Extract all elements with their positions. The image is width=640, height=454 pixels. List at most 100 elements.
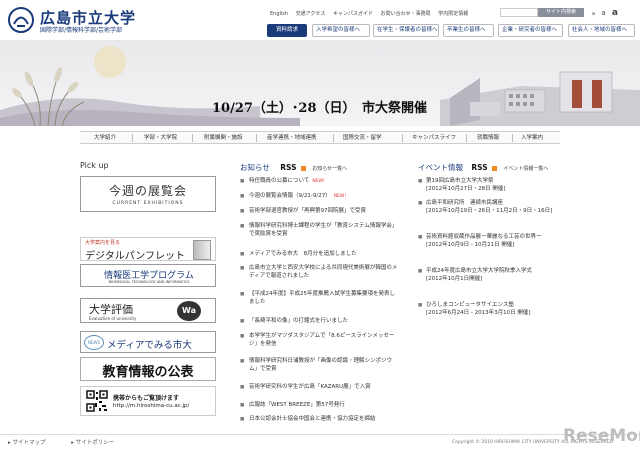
event-date: [2012年10月1日開催]	[426, 275, 483, 282]
news-item-text[interactable]: 【平成24年度】平成25年度推薦入試学生募集要項を発表しました	[249, 291, 395, 305]
event-item[interactable]: ひろしまコンピュータサイエンス塾 [2012年6月24日 - 2013年3月10…	[418, 302, 553, 317]
mainnav-about[interactable]: 大学紹介	[94, 133, 116, 143]
news-item-text[interactable]: 特任職員の公募について	[249, 178, 309, 184]
footer-link-sitemap[interactable]: ▸ サイトマップ	[8, 440, 58, 446]
news-item[interactable]: 今週の展覧会情報（9/21-9/27）NEW!	[240, 193, 400, 201]
search-input[interactable]	[500, 8, 538, 17]
mainnav-admissions[interactable]: 入学案内	[521, 133, 543, 143]
main-nav: 大学紹介 学部・大学院 附属機関・施設 産学連携・地域連携 国際交流・留学 キャ…	[80, 131, 560, 144]
mainnav-facilities[interactable]: 附属機関・施設	[204, 133, 243, 143]
util-link-campus-guide[interactable]: キャンパスガイド	[333, 11, 373, 17]
news-item[interactable]: メディアでみる市大 8月分を追加しました	[240, 251, 400, 259]
mainnav-industry[interactable]: 産学連携・地域連携	[267, 133, 317, 143]
event-date: [2012年10月9日 - 10月21日 開催]	[426, 241, 515, 248]
university-logo-icon[interactable]	[8, 7, 34, 33]
pickup-media[interactable]: NEWS メディアでみる市大	[80, 331, 216, 353]
event-item[interactable]: 平成24年度広島市立大学大学院秋季入学式 [2012年10月1日開催]	[418, 268, 556, 283]
news-item[interactable]: 広島市立大学と西安大学校による共同現代美術展が韓国のメディアで報道されました	[240, 265, 400, 280]
footer-links: ▸ サイトマップ ▸ サイトポリシー	[8, 438, 138, 446]
tab-community[interactable]: 社会人・地域の皆様へ	[568, 24, 635, 37]
pickup-heading: Pick up	[80, 161, 109, 170]
news-item-text[interactable]: 広報誌「WEST BREEZE」第57号発行	[249, 402, 345, 408]
event-item[interactable]: 第19回広島市立大学大学祭 [2012年10月27日・28日 開催]	[418, 178, 553, 193]
pickup-biomedical-program[interactable]: 情報医工学プログラム BIOMEDICAL TECHNOLOGY AND INF…	[80, 264, 216, 287]
tab-alumni[interactable]: 卒業生の皆様へ	[443, 24, 494, 37]
news-item[interactable]: 本学学生がマツダスタジアムで「8.6ピースラインメッセージ」を発信	[240, 333, 400, 348]
mainnav-careers[interactable]: 就職情報	[477, 133, 499, 143]
pickup-mobile-title: 携帯からもご覧頂けます	[113, 395, 180, 402]
event-title[interactable]: 平成24年度広島市立大学大学院秋季入学式	[426, 268, 556, 276]
events-rss-link[interactable]: RSS	[471, 163, 487, 172]
nav-divider	[132, 134, 133, 142]
font-size-medium[interactable]: a	[601, 9, 605, 17]
news-item-text[interactable]: メディアでみる市大 8月分を追加しました	[249, 251, 357, 257]
pickup-digital-pamphlet[interactable]: 大学案内を見る デジタルパンフレット	[80, 237, 216, 262]
font-size-switcher: a a a	[592, 8, 622, 18]
font-size-small[interactable]: a	[592, 11, 595, 17]
util-link-contact[interactable]: お問い合わせ・事務局	[381, 11, 431, 17]
event-item[interactable]: 芸術資料館収蔵作品展ー華麗なる工芸の世界ー [2012年10月9日 - 10月2…	[418, 234, 548, 249]
events-archive-link[interactable]: イベント情報一覧へ	[503, 166, 548, 172]
news-item[interactable]: 特任職員の公募についてNEW!	[240, 178, 400, 186]
event-date: [2012年6月24日 - 2013年3月10日 開催]	[426, 309, 531, 316]
news-item[interactable]: 情報科学研究科日浦教授が「画像の認識・理解シンポジウム」で受賞	[240, 358, 400, 373]
tab-companies[interactable]: 企業・研究者の皆様へ	[498, 24, 563, 37]
news-item[interactable]: 【平成24年度】平成25年度推薦入試学生募集要項を発表しました	[240, 291, 400, 306]
util-link-access[interactable]: 交通アクセス	[296, 11, 326, 17]
pickup-biomedical-sub: BIOMEDICAL TECHNOLOGY AND INFORMATICS	[108, 280, 190, 284]
pickup-education-info[interactable]: 教育情報の公表	[80, 357, 216, 381]
news-badge-icon: NEWS	[84, 335, 104, 350]
footer-sitemap-label[interactable]: サイトマップ	[13, 440, 46, 446]
event-title[interactable]: 芸術資料館収蔵作品展ー華麗なる工芸の世界ー	[426, 234, 548, 242]
pickup-evaluation-title: 大学評価	[89, 303, 133, 316]
event-title[interactable]: ひろしまコンピュータサイエンス塾	[426, 302, 553, 310]
rss-icon[interactable]	[492, 165, 498, 171]
news-rss-link[interactable]: RSS	[280, 163, 296, 172]
news-item-text[interactable]: 情報科学研究科博士課程の学生が「教育システム情報学会」で奨励賞を受賞	[249, 223, 397, 237]
event-date: [2012年10月27日・28日 開催]	[426, 185, 506, 192]
tab-request-materials[interactable]: 資料請求	[267, 24, 307, 37]
news-item[interactable]: 芸術学部退官教授が「再興第97回院展」で受賞	[240, 208, 400, 216]
pickup-exhibitions[interactable]: 今週の展覧会 CURRENT EXHIBITIONS	[80, 176, 216, 212]
util-link-english[interactable]: English	[270, 11, 288, 17]
pickup-evaluation[interactable]: 大学評価 Evaluation of university Wa	[80, 298, 216, 323]
news-item-text[interactable]: 広島市立大学と西安大学校による共同現代美術展が韓国のメディアで報道されました	[249, 265, 397, 279]
news-item[interactable]: 日本公認会計士協会中国会と連携・協力協定を締結	[240, 416, 410, 424]
news-heading: お知らせ	[240, 163, 270, 172]
mainnav-campus-life[interactable]: キャンパスライフ	[412, 133, 456, 143]
pickup-mobile[interactable]: 携帯からもご覧頂けます http://m.hiroshima-cu.ac.jp/	[80, 386, 216, 416]
tab-prospective[interactable]: 入学希望の皆様へ	[312, 24, 370, 37]
footer-divider	[0, 434, 640, 435]
news-item-text[interactable]: 芸術学研究科の学生が広島「KAZARU展」で入賞	[249, 384, 371, 390]
pickup-pamphlet-sub: 大学案内を見る	[85, 240, 121, 246]
pickup-mobile-url[interactable]: http://m.hiroshima-cu.ac.jp/	[113, 403, 189, 409]
news-item-text[interactable]: 今週の展覧会情報（9/21-9/27）	[249, 193, 331, 199]
news-item[interactable]: 芸術学研究科の学生が広島「KAZARU展」で入賞	[240, 384, 400, 392]
news-item-text[interactable]: 芸術学部退官教授が「再興第97回院展」で受賞	[249, 208, 366, 214]
mainnav-international[interactable]: 国際交流・留学	[343, 133, 382, 143]
rss-icon[interactable]	[300, 165, 306, 171]
hero-banner[interactable]: 10/27（土）･28（日） 市大祭開催	[0, 40, 640, 126]
news-item-text[interactable]: 情報科学研究科日浦教授が「画像の認識・理解シンポジウム」で受賞	[249, 358, 392, 372]
news-item[interactable]: 情報科学研究科博士課程の学生が「教育システム情報学会」で奨励賞を受賞	[240, 223, 400, 238]
news-item-text[interactable]: 「長崎平和の像」の打鐘式を行いました	[249, 318, 348, 324]
news-item[interactable]: 広報誌「WEST BREEZE」第57号発行	[240, 402, 400, 410]
nav-divider	[333, 134, 334, 142]
font-size-large[interactable]: a	[612, 8, 618, 18]
news-item[interactable]: 「長崎平和の像」の打鐘式を行いました	[240, 318, 400, 326]
nav-divider	[192, 134, 193, 142]
evaluation-seal-icon: Wa	[177, 301, 201, 321]
new-badge: NEW!	[333, 194, 347, 199]
tab-students-parents[interactable]: 在学生・保護者の皆様へ	[373, 24, 439, 37]
event-item[interactable]: 広島平和研究所 連続市民講座 [2012年10月19日・26日・11月2日・9日…	[418, 200, 553, 215]
footer-policy-label[interactable]: サイトポリシー	[76, 440, 115, 446]
news-item-text[interactable]: 日本公認会計士協会中国会と連携・協力協定を締結	[249, 416, 376, 422]
search-button[interactable]: サイト内検索	[538, 8, 584, 17]
footer-link-policy[interactable]: ▸ サイトポリシー	[71, 440, 126, 446]
event-title[interactable]: 第19回広島市立大学大学祭	[426, 178, 553, 186]
news-item-text[interactable]: 本学学生がマツダスタジアムで「8.6ピースラインメッセージ」を発信	[249, 333, 394, 347]
event-title[interactable]: 広島平和研究所 連続市民講座	[426, 200, 553, 208]
util-link-internal[interactable]: 学内限定情報	[438, 11, 468, 17]
news-archive-link[interactable]: お知らせ一覧へ	[312, 166, 347, 172]
mainnav-faculties[interactable]: 学部・大学院	[144, 133, 177, 143]
